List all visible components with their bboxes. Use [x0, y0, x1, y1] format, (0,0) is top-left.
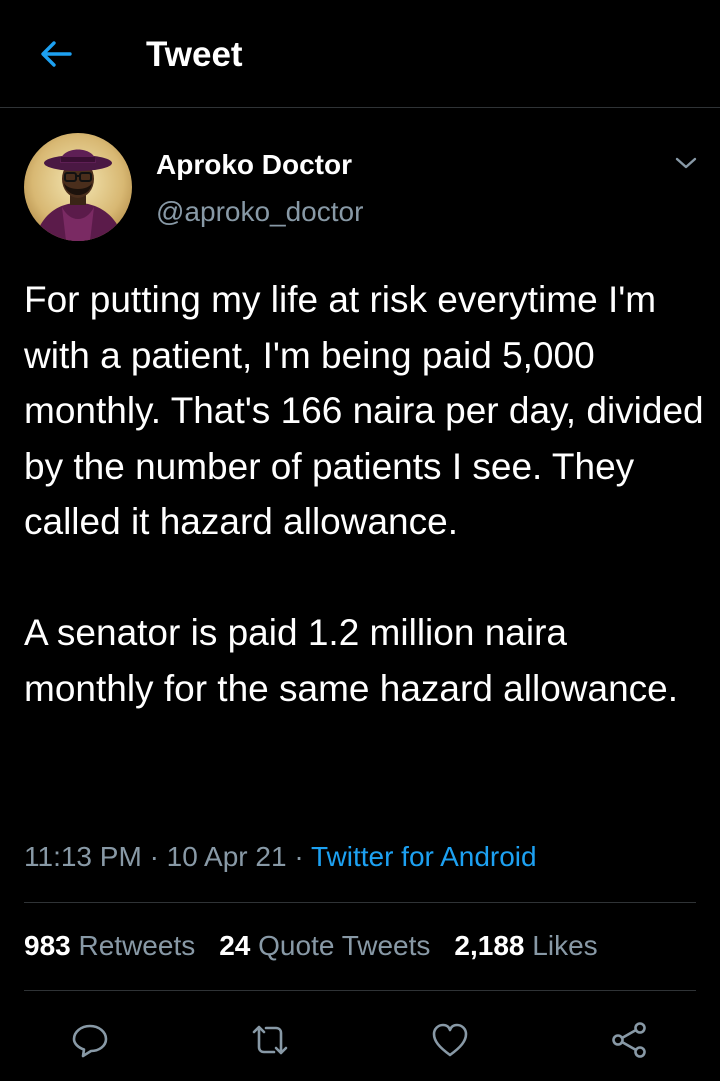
back-button[interactable]	[30, 30, 82, 78]
likes-label: Likes	[532, 930, 598, 961]
page-title: Tweet	[146, 35, 243, 74]
retweets-label: Retweets	[78, 930, 196, 961]
share-icon	[612, 1022, 646, 1058]
tweet-date: 10 Apr 21	[166, 841, 287, 872]
author-name[interactable]: Aproko Doctor	[156, 148, 352, 182]
meta-separator: ·	[149, 841, 159, 872]
author-handle[interactable]: @aproko_doctor	[156, 195, 363, 229]
tweet-text: For putting my life at risk everytime I'…	[24, 272, 704, 716]
likes-stat[interactable]: 2,188 Likes	[454, 926, 597, 966]
quote-tweets-label: Quote Tweets	[258, 930, 431, 961]
like-button[interactable]	[426, 1016, 474, 1064]
reply-icon	[72, 1024, 108, 1058]
chevron-down-icon	[675, 157, 697, 169]
heart-icon	[432, 1023, 468, 1057]
more-options-button[interactable]	[668, 148, 704, 178]
meta-separator: ·	[294, 841, 304, 872]
tweet-paragraph: A senator is paid 1.2 million naira mont…	[24, 612, 679, 709]
likes-count: 2,188	[454, 930, 525, 961]
quote-tweets-stat[interactable]: 24 Quote Tweets	[219, 926, 430, 966]
arrow-left-icon	[41, 41, 72, 67]
engagement-stats: 983 Retweets 24 Quote Tweets 2,188 Likes	[24, 926, 622, 966]
top-bar: Tweet	[0, 0, 720, 108]
tweet-source-link[interactable]: Twitter for Android	[311, 841, 537, 872]
avatar[interactable]	[24, 133, 132, 241]
reply-button[interactable]	[66, 1016, 114, 1064]
retweets-stat[interactable]: 983 Retweets	[24, 926, 195, 966]
retweet-button[interactable]	[246, 1016, 294, 1064]
retweets-count: 983	[24, 930, 71, 961]
quote-tweets-count: 24	[219, 930, 251, 961]
retweet-icon	[252, 1025, 288, 1055]
tweet-paragraph: For putting my life at risk everytime I'…	[24, 279, 704, 542]
share-button[interactable]	[605, 1016, 653, 1064]
tweet-metadata: 11:13 PM · 10 Apr 21 · Twitter for Andro…	[24, 838, 537, 876]
divider	[24, 990, 696, 991]
divider	[24, 902, 696, 903]
avatar-image	[24, 133, 132, 241]
tweet-time: 11:13 PM	[24, 841, 142, 872]
